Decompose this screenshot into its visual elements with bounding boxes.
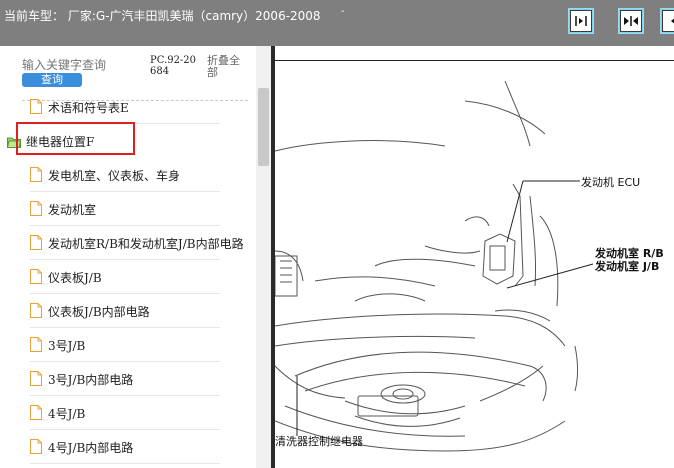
tree-item-jb-4[interactable]: 4号J/B xyxy=(0,396,256,430)
document-icon xyxy=(30,235,42,250)
tree-item-label: 仪表板J/B内部电路 xyxy=(48,305,150,319)
tree-item-engine-room[interactable]: 发动机室 xyxy=(0,192,256,226)
document-icon xyxy=(30,99,42,114)
query-button[interactable]: 查询 xyxy=(22,73,82,87)
search-input[interactable] xyxy=(22,58,142,72)
tree-item-label: 4号J/B内部电路 xyxy=(48,441,134,455)
current-model-title: 当前车型： 厂家:G-广汽丰田凯美瑞（camry）2006-2008 xyxy=(4,9,321,23)
document-icon xyxy=(30,405,42,420)
tree-item-terms[interactable]: 术语和符号表E xyxy=(0,90,256,124)
tree-item-label: 发电机室、仪表板、车身 xyxy=(48,169,181,183)
tree-item-jb-3[interactable]: 3号J/B xyxy=(0,328,256,362)
tree-item-label: 3号J/B xyxy=(48,339,86,353)
document-icon xyxy=(30,303,42,318)
label-engine-jb: 发动机室 J/B xyxy=(595,260,660,273)
tree-item-jb-4-circuit[interactable]: 4号J/B内部电路 xyxy=(0,430,256,464)
tree-item-jb-3-circuit[interactable]: 3号J/B内部电路 xyxy=(0,362,256,396)
tree-item-generator-panel-body[interactable]: 发电机室、仪表板、车身 xyxy=(0,158,256,192)
tree-item-label: 3号J/B内部电路 xyxy=(48,373,134,387)
title-marker: - xyxy=(341,6,345,17)
document-icon xyxy=(30,201,42,216)
sidebar-scrollbar[interactable] xyxy=(256,46,271,468)
document-icon xyxy=(30,337,42,352)
scrollbar-thumb[interactable] xyxy=(258,88,269,166)
tree-item-label: 发动机室 xyxy=(48,203,97,217)
tree-item-label: 4号J/B xyxy=(48,407,86,421)
pc-code: PC.92-20684 xyxy=(150,55,197,77)
tree-item-engine-rb-jb-circuit[interactable]: 发动机室R/B和发动机室J/B内部电路 xyxy=(0,226,256,260)
tree-item-label: 术语和符号表E xyxy=(48,101,129,115)
divider xyxy=(30,463,220,464)
tree-item-label: 仪表板J/B xyxy=(48,271,102,285)
document-icon xyxy=(30,371,42,386)
prev-button[interactable] xyxy=(660,8,674,34)
prev-icon xyxy=(662,10,674,32)
document-icon xyxy=(30,269,42,284)
label-engine-rb: 发动机室 R/B xyxy=(595,247,664,260)
collapse-icon xyxy=(620,10,642,32)
document-icon xyxy=(30,439,42,454)
label-washer-relay: 清洗器控制继电器 xyxy=(275,435,363,448)
expand-icon xyxy=(570,10,592,32)
selection-highlight xyxy=(16,122,135,155)
tree-item-instrument-jb[interactable]: 仪表板J/B xyxy=(0,260,256,294)
label-engine-ecu: 发动机 ECU xyxy=(581,176,641,189)
tree-item-instrument-jb-circuit[interactable]: 仪表板J/B内部电路 xyxy=(0,294,256,328)
diagram-viewer: 发动机 ECU 发动机室 R/B 发动机室 J/B 清洗器控制继电器 xyxy=(275,46,674,468)
expand-button[interactable] xyxy=(568,8,594,34)
title-bar: 当前车型： 厂家:G-广汽丰田凯美瑞（camry）2006-2008 - xyxy=(0,0,674,46)
tree-item-label: 发动机室R/B和发动机室J/B内部电路 xyxy=(48,237,244,251)
document-icon xyxy=(30,167,42,182)
fold-all-button[interactable]: 折叠全部 xyxy=(207,55,247,79)
collapse-button[interactable] xyxy=(618,8,644,34)
